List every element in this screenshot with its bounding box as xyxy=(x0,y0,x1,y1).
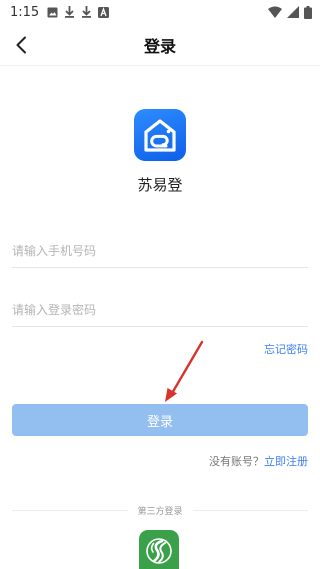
annotation-arrow-icon xyxy=(165,340,204,402)
nav-bar: 登录 xyxy=(0,24,320,66)
password-field xyxy=(12,293,308,327)
phone-input[interactable] xyxy=(12,234,308,267)
third-party-label: 第三方登录 xyxy=(137,506,183,517)
chevron-left-icon xyxy=(16,36,26,54)
app-name: 苏易登 xyxy=(137,176,183,194)
login-button[interactable]: 登录 xyxy=(12,404,308,436)
third-party-login-button[interactable] xyxy=(139,530,179,569)
register-row: 没有账号？立即注册 xyxy=(209,453,308,469)
forgot-password-link[interactable]: 忘记密码 xyxy=(264,341,308,357)
status-bar: 1:15 xyxy=(0,0,320,24)
third-party-divider: 第三方登录 xyxy=(12,503,309,517)
wifi-icon xyxy=(268,6,282,18)
register-link[interactable]: 立即注册 xyxy=(264,455,308,468)
back-button[interactable] xyxy=(8,32,34,58)
font-icon xyxy=(98,6,110,18)
house-logo-icon xyxy=(144,119,176,152)
battery-icon xyxy=(304,5,312,19)
signal-icon xyxy=(287,6,299,18)
divider-line xyxy=(192,509,309,511)
password-input[interactable] xyxy=(12,293,308,326)
status-time: 1:15 xyxy=(10,4,40,20)
status-notification-icons xyxy=(47,6,110,18)
phone-field xyxy=(12,234,308,268)
no-account-label: 没有账号？ xyxy=(209,455,264,468)
download-icon xyxy=(82,6,92,18)
status-system-icons xyxy=(268,5,312,19)
image-icon xyxy=(47,7,58,17)
page-title: 登录 xyxy=(143,36,176,56)
app-logo xyxy=(134,109,186,161)
download-icon xyxy=(65,6,75,18)
third-party-login-icon xyxy=(146,538,172,564)
divider-line xyxy=(12,509,128,511)
